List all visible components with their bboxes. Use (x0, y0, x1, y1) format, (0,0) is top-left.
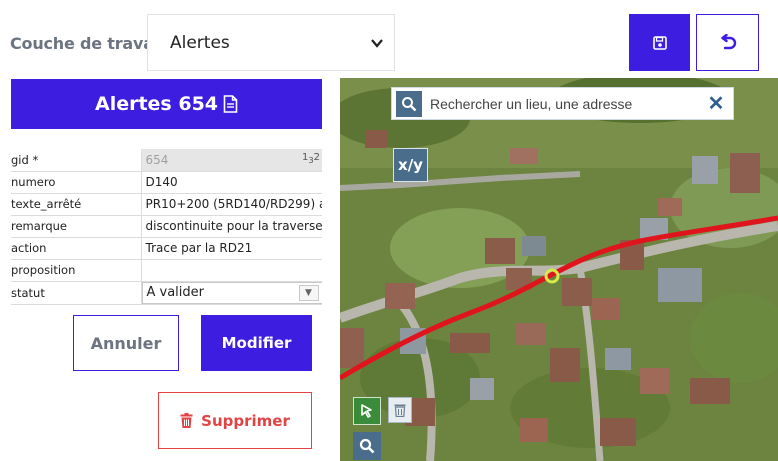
map-search-box[interactable]: Rechercher un lieu, une adresse ✕ (391, 87, 734, 120)
search-icon (402, 96, 417, 111)
modify-button[interactable]: Modifier (201, 315, 312, 371)
delete-button[interactable]: Supprimer (158, 392, 312, 449)
texte-arrete-field[interactable]: PR10+200 (5RD140/RD299) au (140, 193, 322, 216)
form-title: Alertes 654 (94, 93, 219, 115)
map-zoom-button[interactable] (353, 432, 381, 460)
statut-select[interactable]: A valider ▼ (142, 281, 322, 303)
table-row: proposition (11, 259, 322, 282)
xy-coordinates-button[interactable]: x/y (393, 148, 428, 182)
map-delete-button[interactable] (388, 397, 412, 423)
undo-icon (720, 33, 736, 49)
field-key: numero (11, 171, 141, 194)
working-layer-value: Alertes (170, 32, 230, 53)
field-key: texte_arrêté (11, 193, 141, 216)
working-layer-select[interactable]: Alertes (147, 14, 395, 71)
table-row: action Trace par la RD21 (11, 237, 322, 260)
document-icon (223, 95, 238, 113)
app-root: Couche de travail Alertes Alertes 654 gi… (0, 0, 778, 461)
statut-value: A valider (146, 284, 205, 300)
trash-icon (394, 404, 406, 417)
table-row: gid * 654 132 (11, 149, 322, 172)
search-icon (359, 438, 375, 454)
attribute-table: gid * 654 132 numero D140 texte_arrêté PR… (11, 149, 322, 305)
table-row: texte_arrêté PR10+200 (5RD140/RD299) au (11, 193, 322, 216)
remarque-field[interactable]: discontinuite pour la traversee (140, 215, 322, 238)
chevron-down-icon (371, 39, 383, 48)
search-input[interactable]: Rechercher un lieu, une adresse (430, 96, 703, 112)
dropdown-arrow-icon[interactable]: ▼ (298, 284, 319, 301)
working-layer-label: Couche de travail (10, 34, 165, 53)
table-row: numero D140 (11, 171, 322, 194)
draw-tool-button[interactable] (353, 397, 381, 425)
pointer-edit-icon (361, 404, 372, 418)
trash-icon (180, 413, 193, 428)
action-field[interactable]: Trace par la RD21 (140, 237, 322, 260)
sort-numeric-icon: 132 (301, 152, 320, 165)
form-title-bar: Alertes 654 (11, 79, 322, 129)
floppy-disk-icon (652, 35, 667, 50)
field-key: action (11, 237, 141, 260)
statut-cell: A valider ▼ (140, 281, 322, 305)
cancel-button[interactable]: Annuler (73, 315, 179, 371)
gid-field: 654 132 (140, 149, 322, 172)
field-key: gid * (11, 149, 141, 172)
field-key: remarque (11, 215, 141, 238)
close-icon[interactable]: ✕ (703, 91, 729, 117)
numero-field[interactable]: D140 (140, 171, 322, 194)
field-key: proposition (11, 259, 141, 282)
search-button[interactable] (396, 90, 422, 117)
table-row: remarque discontinuite pour la traversee (11, 215, 322, 238)
field-key: statut (11, 281, 141, 305)
table-row: statut A valider ▼ (11, 281, 322, 305)
delete-label: Supprimer (201, 411, 290, 430)
field-value: 654 (145, 152, 169, 167)
proposition-field[interactable] (140, 259, 322, 282)
save-button[interactable] (629, 14, 690, 71)
undo-button[interactable] (696, 14, 759, 71)
